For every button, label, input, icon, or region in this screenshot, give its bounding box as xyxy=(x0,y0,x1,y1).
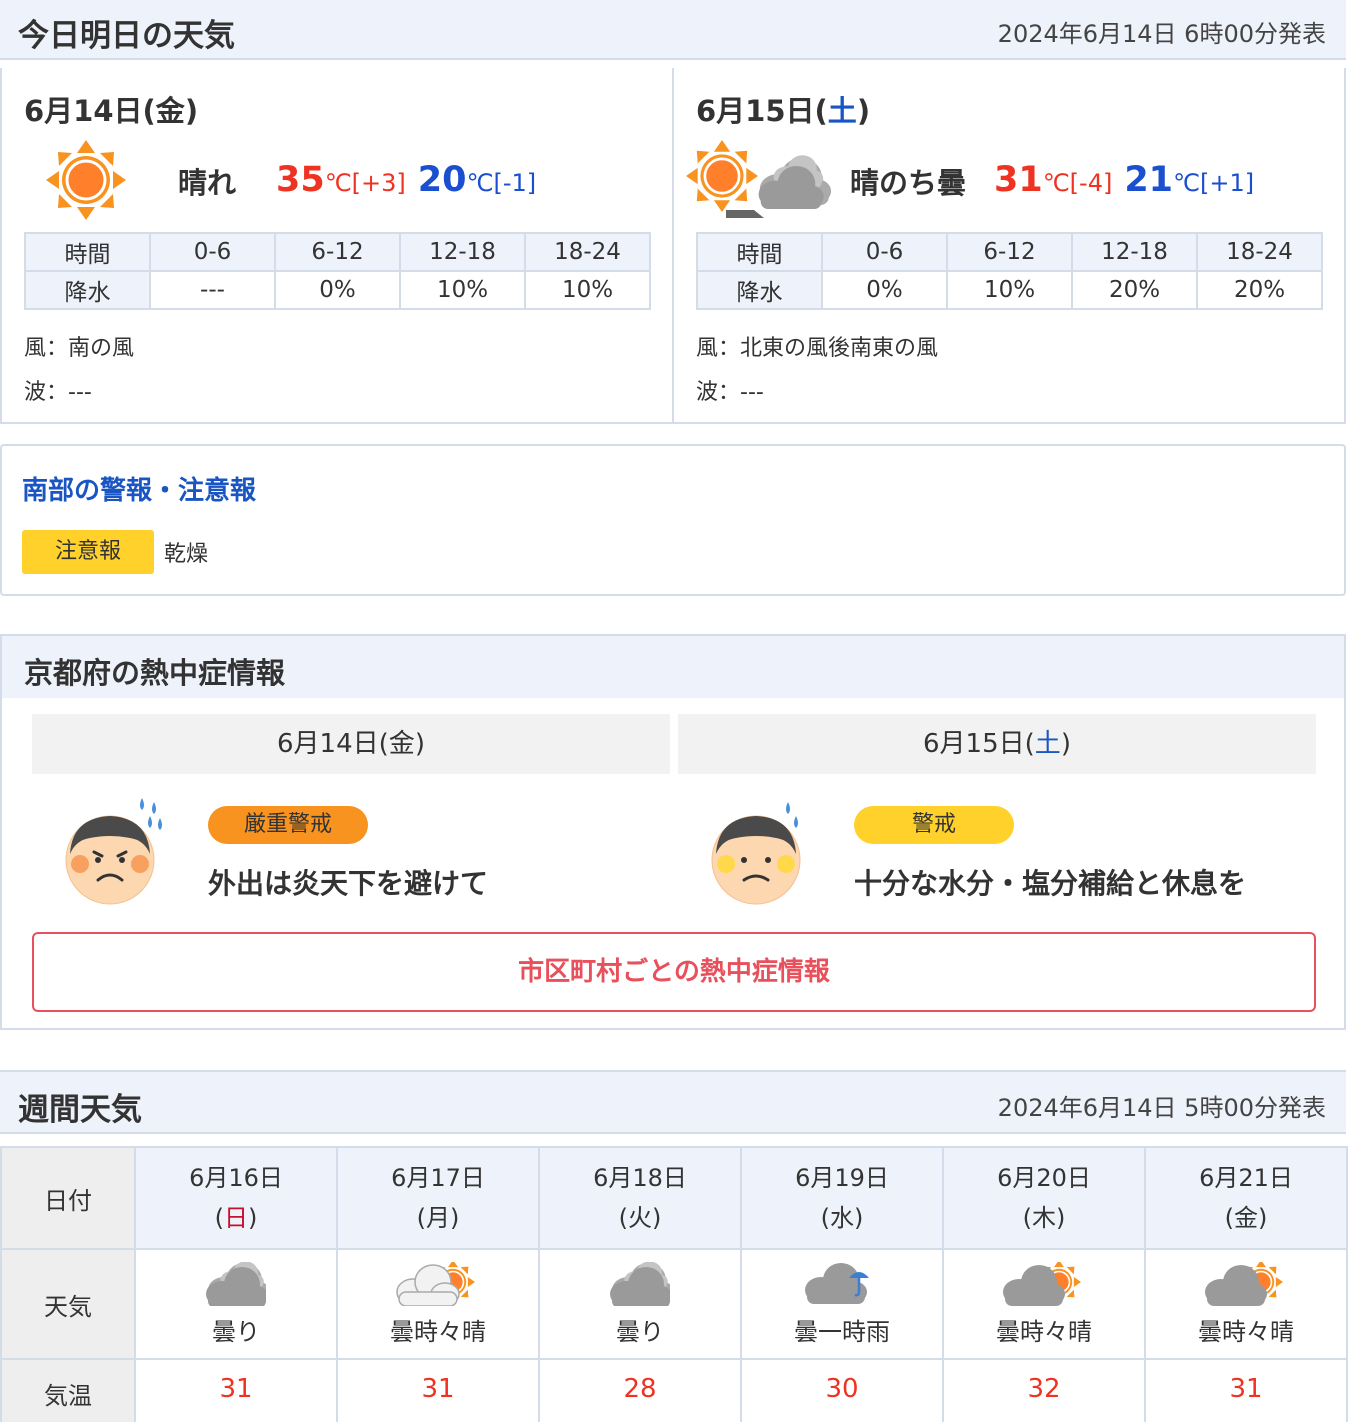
heat-level-badge: 警戒 xyxy=(854,806,1014,844)
cloud-sun-icon xyxy=(1205,1258,1284,1306)
weekly-table: 日付 6月16日 (日) 6月17日 (月) 6月18日 (火) 6月19日 (水) 6… xyxy=(0,1146,1348,1422)
row-header-weather: 天気 xyxy=(0,1248,136,1360)
sweating-face-icon xyxy=(65,798,162,905)
forecast-date: 6月15日(土) xyxy=(696,94,871,128)
weekly-weather: 曇一時雨 xyxy=(740,1248,944,1360)
weekly-date: 6月16日 (日) xyxy=(134,1146,338,1250)
weekly-temp: 30 xyxy=(740,1358,944,1422)
weather-label: 晴れ xyxy=(178,166,237,200)
section-title: 今日明日の天気 xyxy=(18,18,235,54)
sweating-face-icon xyxy=(711,802,801,905)
weekly-weather: 曇り xyxy=(134,1248,338,1360)
heat-message: 外出は炎天下を避けて xyxy=(208,867,489,900)
weekly-weather: 曇時々晴 xyxy=(336,1248,540,1360)
cloud-umbrella-icon xyxy=(805,1262,869,1304)
temperature: 31℃[-4] 21℃[+1] xyxy=(994,160,1255,200)
heatstroke-panel: 京都府の熱中症情報 6月14日(金) 6月15日(土) 厳重警戒 外出は炎天下を… xyxy=(0,634,1346,1030)
weekly-date: 6月18日 (火) xyxy=(538,1146,742,1250)
warnings-title-link[interactable]: 南部の警報・注意報 xyxy=(22,470,256,507)
wind-info: 風：南の風 xyxy=(24,336,135,361)
precipitation-table: 時間 0-6 6-12 12-18 18-24 降水 0% 10% 20% 20… xyxy=(696,232,1323,310)
heatstroke-header: 京都府の熱中症情報 xyxy=(2,636,1344,698)
cloud-icon xyxy=(206,1260,270,1308)
cloud-icon xyxy=(610,1260,674,1308)
municipal-heatstroke-link[interactable]: 市区町村ごとの熱中症情報 xyxy=(32,932,1316,1012)
sun-then-cloud-icon xyxy=(684,140,832,218)
weekly-temp: 31 xyxy=(336,1358,540,1422)
forecast-date: 6月14日(金) xyxy=(24,94,199,128)
weekly-header: 週間天気 2024年6月14日 5時00分発表 xyxy=(0,1070,1346,1134)
wave-info: 波：--- xyxy=(24,380,92,405)
wind-info: 風：北東の風後南東の風 xyxy=(696,336,939,361)
weekly-weather: 曇り xyxy=(538,1248,742,1360)
weekly-date: 6月19日 (水) xyxy=(740,1146,944,1250)
heat-message: 十分な水分・塩分補給と休息を xyxy=(854,867,1247,900)
heatstroke-date: 6月15日(土) xyxy=(678,714,1316,774)
precipitation-table: 時間 0-6 6-12 12-18 18-24 降水 --- 0% 10% 10… xyxy=(24,232,651,310)
weekly-weather: 曇時々晴 xyxy=(1144,1248,1348,1360)
advisory-badge: 注意報 xyxy=(22,530,154,574)
weekly-temp: 31 xyxy=(134,1358,338,1422)
weekly-temp: 28 xyxy=(538,1358,742,1422)
weekly-issued-time: 2024年6月14日 5時00分発表 xyxy=(997,1094,1326,1122)
cloud-sun-icon xyxy=(1003,1258,1082,1306)
sun-icon xyxy=(46,140,126,220)
forecast-panel: 6月14日(金) 晴れ 35℃[+3] 20℃[-1] 時間 0-6 6-12 1… xyxy=(0,68,1346,424)
cloud-sun-icon xyxy=(396,1258,476,1307)
weekly-date: 6月21日 (金) xyxy=(1144,1146,1348,1250)
forecast-day-today: 6月14日(金) 晴れ 35℃[+3] 20℃[-1] 時間 0-6 6-12 1… xyxy=(2,68,674,422)
temperature: 35℃[+3] 20℃[-1] xyxy=(276,160,537,200)
weekly-date: 6月20日 (木) xyxy=(942,1146,1146,1250)
weekly-title: 週間天気 xyxy=(18,1092,142,1128)
warnings-panel: 南部の警報・注意報 注意報 乾燥 xyxy=(0,444,1346,596)
weekly-date: 6月17日 (月) xyxy=(336,1146,540,1250)
heatstroke-date: 6月14日(金) xyxy=(32,714,670,774)
weekly-temp: 32 xyxy=(942,1358,1146,1422)
heat-level-badge: 厳重警戒 xyxy=(208,806,368,844)
today-tomorrow-header: 今日明日の天気 2024年6月14日 6時00分発表 xyxy=(0,0,1346,60)
advisory-text: 乾燥 xyxy=(164,542,209,567)
wave-info: 波：--- xyxy=(696,380,764,405)
row-header-temp: 気温 xyxy=(0,1358,136,1422)
row-header-date: 日付 xyxy=(0,1146,136,1250)
forecast-day-tomorrow: 6月15日(土) 晴のち曇 31℃[-4] 21℃[+1] 時間 0-6 6-12… xyxy=(674,68,1346,422)
weekly-temp: 31 xyxy=(1144,1358,1348,1422)
weather-label: 晴のち曇 xyxy=(850,166,967,200)
heatstroke-title: 京都府の熱中症情報 xyxy=(24,656,286,690)
weekly-weather: 曇時々晴 xyxy=(942,1248,1146,1360)
issued-time: 2024年6月14日 6時00分発表 xyxy=(997,20,1326,48)
